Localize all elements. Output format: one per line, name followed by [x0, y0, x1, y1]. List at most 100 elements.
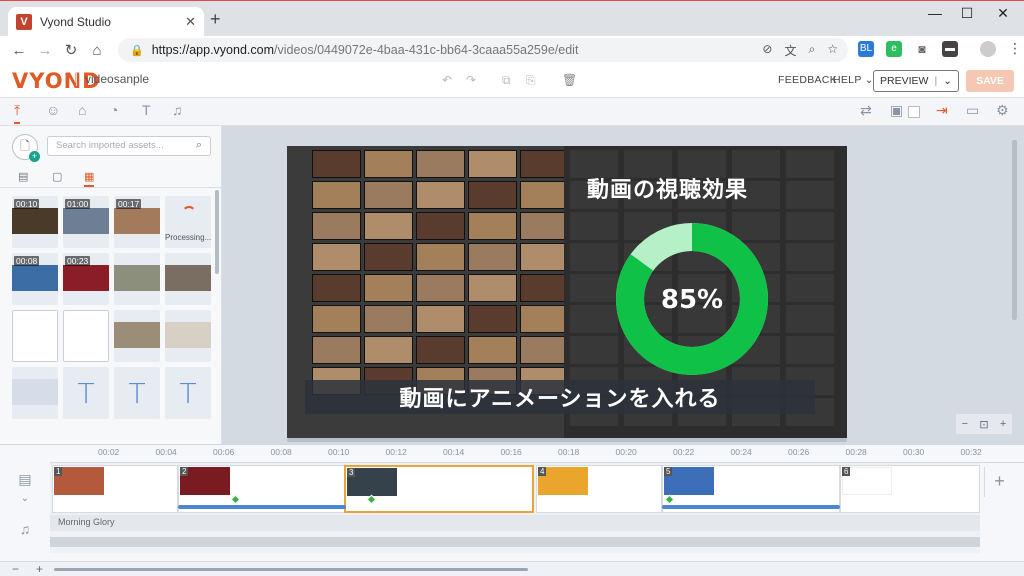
transition-bar[interactable] — [178, 505, 346, 509]
stage-vertical-scrollbar[interactable] — [1012, 140, 1017, 320]
collage-photo — [468, 305, 517, 333]
zoom-in-icon[interactable]: + — [1000, 418, 1006, 430]
redo-icon[interactable]: ↷ — [466, 73, 476, 87]
character-icon[interactable]: ☺ — [46, 102, 60, 118]
subtitle-text[interactable]: 動画にアニメーションを入れる — [305, 380, 815, 414]
add-scene-button[interactable]: + — [984, 467, 1014, 497]
library-item[interactable]: T — [63, 367, 109, 419]
minimize-icon[interactable]: — — [920, 5, 950, 21]
zoom-icon[interactable]: ⌕ — [809, 42, 816, 59]
library-item[interactable]: T — [114, 367, 160, 419]
props-icon[interactable]: ⌂ — [78, 102, 86, 118]
back-icon[interactable]: ← — [6, 42, 32, 59]
scene-clip[interactable]: 1 — [52, 465, 178, 513]
help-menu[interactable]: HELP ⌄ — [833, 74, 874, 86]
library-item[interactable]: 00:08 — [12, 253, 58, 305]
tab-grid-icon[interactable]: ▦ — [84, 170, 95, 187]
translate-icon[interactable]: 文 — [784, 42, 796, 59]
reload-icon[interactable]: ↻ — [58, 41, 84, 59]
background-color-swatch[interactable] — [908, 106, 920, 118]
save-button[interactable]: SAVE — [966, 70, 1014, 92]
collage-photo — [364, 243, 413, 271]
preview-dropdown-icon[interactable]: ⌄ — [943, 75, 952, 87]
swap-icon[interactable]: ⇄ — [860, 102, 872, 119]
background-image-icon[interactable]: ▣ — [890, 102, 903, 119]
zoom-out-icon[interactable]: − — [962, 418, 968, 430]
paste-icon[interactable]: ⎘ — [526, 73, 536, 88]
upload-icon[interactable]: ⤒ — [14, 102, 21, 124]
delete-icon[interactable]: 🗑 — [562, 73, 577, 87]
scene-clip[interactable]: 4 — [536, 465, 662, 513]
forward-icon[interactable]: → — [32, 42, 58, 59]
asset-thumbnail — [12, 310, 58, 362]
bookmark-star-icon[interactable]: ☆ — [827, 42, 838, 59]
scene-canvas[interactable]: 動画の視聴効果 85% 動画にアニメーションを入れる — [287, 146, 847, 438]
timeline-zoom-out-icon[interactable]: − — [12, 562, 19, 576]
library-item[interactable]: 00:17 — [114, 196, 160, 248]
library-scrollbar[interactable] — [215, 190, 219, 274]
library-item[interactable] — [114, 310, 160, 362]
library-item[interactable]: Processing... — [165, 196, 211, 248]
new-tab-icon[interactable]: + — [210, 9, 221, 30]
stage-zoom-controls: − ⊡ + — [956, 414, 1012, 434]
library-item[interactable]: 00:10 — [12, 196, 58, 248]
transition-bar[interactable] — [662, 505, 840, 509]
browser-menu-icon[interactable]: ⋮ — [1008, 40, 1022, 57]
feedback-link[interactable]: FEEDBACK — [778, 74, 837, 86]
collage-photo — [468, 336, 517, 364]
enter-icon[interactable]: ⇥ — [936, 102, 948, 119]
scene-track-icon[interactable]: ▤ ⌄ — [0, 471, 50, 504]
extension-dark-icon[interactable]: ▬ — [942, 40, 958, 57]
camera-record-icon[interactable]: ▭ — [966, 102, 979, 119]
library-item[interactable]: 01:00 — [63, 196, 109, 248]
library-item[interactable] — [114, 253, 160, 305]
import-asset-button[interactable]: 🗋 + — [12, 134, 40, 162]
browser-tab[interactable]: V Vyond Studio ✕ — [8, 7, 204, 37]
tab-video-icon[interactable]: ▤ — [18, 170, 28, 183]
collage-photo — [416, 336, 465, 364]
library-item[interactable]: 00:23 — [63, 253, 109, 305]
camera-icon[interactable]: ◙ — [914, 40, 930, 57]
profile-avatar-icon[interactable] — [980, 40, 996, 57]
evernote-icon[interactable]: e — [886, 40, 902, 57]
library-item[interactable] — [165, 253, 211, 305]
maximize-icon[interactable]: ☐ — [952, 5, 982, 22]
waveform-graphic — [50, 537, 980, 547]
ruler-tick-label: 00:30 — [903, 447, 925, 457]
preview-button[interactable]: PREVIEW | ⌄ — [873, 70, 959, 92]
timeline-ruler[interactable]: 00:02 00:04 00:06 00:08 00:10 00:12 00:14 00:16… — [50, 445, 1024, 463]
audio-icon[interactable]: ♫ — [172, 102, 183, 118]
timeline-scrollbar[interactable] — [54, 568, 528, 571]
library-item[interactable] — [63, 310, 109, 362]
text-icon[interactable]: T — [142, 102, 151, 118]
fit-icon[interactable]: ⊡ — [979, 418, 988, 431]
library-item[interactable] — [165, 310, 211, 362]
extension-blue-icon[interactable]: BL — [858, 40, 874, 57]
timeline-zoom-in-icon[interactable]: + — [36, 562, 43, 576]
library-item[interactable] — [12, 367, 58, 419]
dim-photo — [786, 181, 834, 209]
home-icon[interactable]: ⌂ — [84, 42, 110, 59]
undo-icon[interactable]: ↶ — [442, 73, 452, 87]
settings-gear-icon[interactable]: ⚙ — [996, 102, 1009, 119]
scene-clip[interactable]: 6 — [840, 465, 980, 513]
ruler-tick-label: 00:14 — [443, 447, 465, 457]
tab-folder-icon[interactable]: ▢ — [52, 170, 62, 183]
copy-icon[interactable]: ⧉ — [502, 73, 511, 88]
scene-clip[interactable]: 3 — [344, 465, 534, 513]
donut-chart[interactable]: 85% — [615, 222, 769, 376]
tab-close-icon[interactable]: ✕ — [185, 14, 196, 30]
collage-photo — [312, 305, 361, 333]
search-input[interactable]: Search imported assets... ⌕ — [47, 136, 211, 156]
blocked-icon[interactable]: ⊘ — [762, 42, 772, 59]
library-item[interactable]: T — [165, 367, 211, 419]
audio-track-icon[interactable]: ♫ — [0, 521, 50, 537]
audio-track[interactable]: Morning Glory — [50, 515, 980, 531]
library-item[interactable] — [12, 310, 58, 362]
headline-text[interactable]: 動画の視聴効果 — [587, 172, 748, 204]
window-close-icon[interactable]: ✕ — [988, 5, 1018, 22]
stage-horizontal-scrollbar[interactable] — [287, 438, 847, 442]
address-bar[interactable]: 🔒 https://app.vyond.com/videos/0449072e-… — [118, 38, 848, 62]
project-name[interactable]: videosanple — [76, 72, 149, 86]
chart-icon[interactable]: ◔ — [110, 102, 118, 118]
